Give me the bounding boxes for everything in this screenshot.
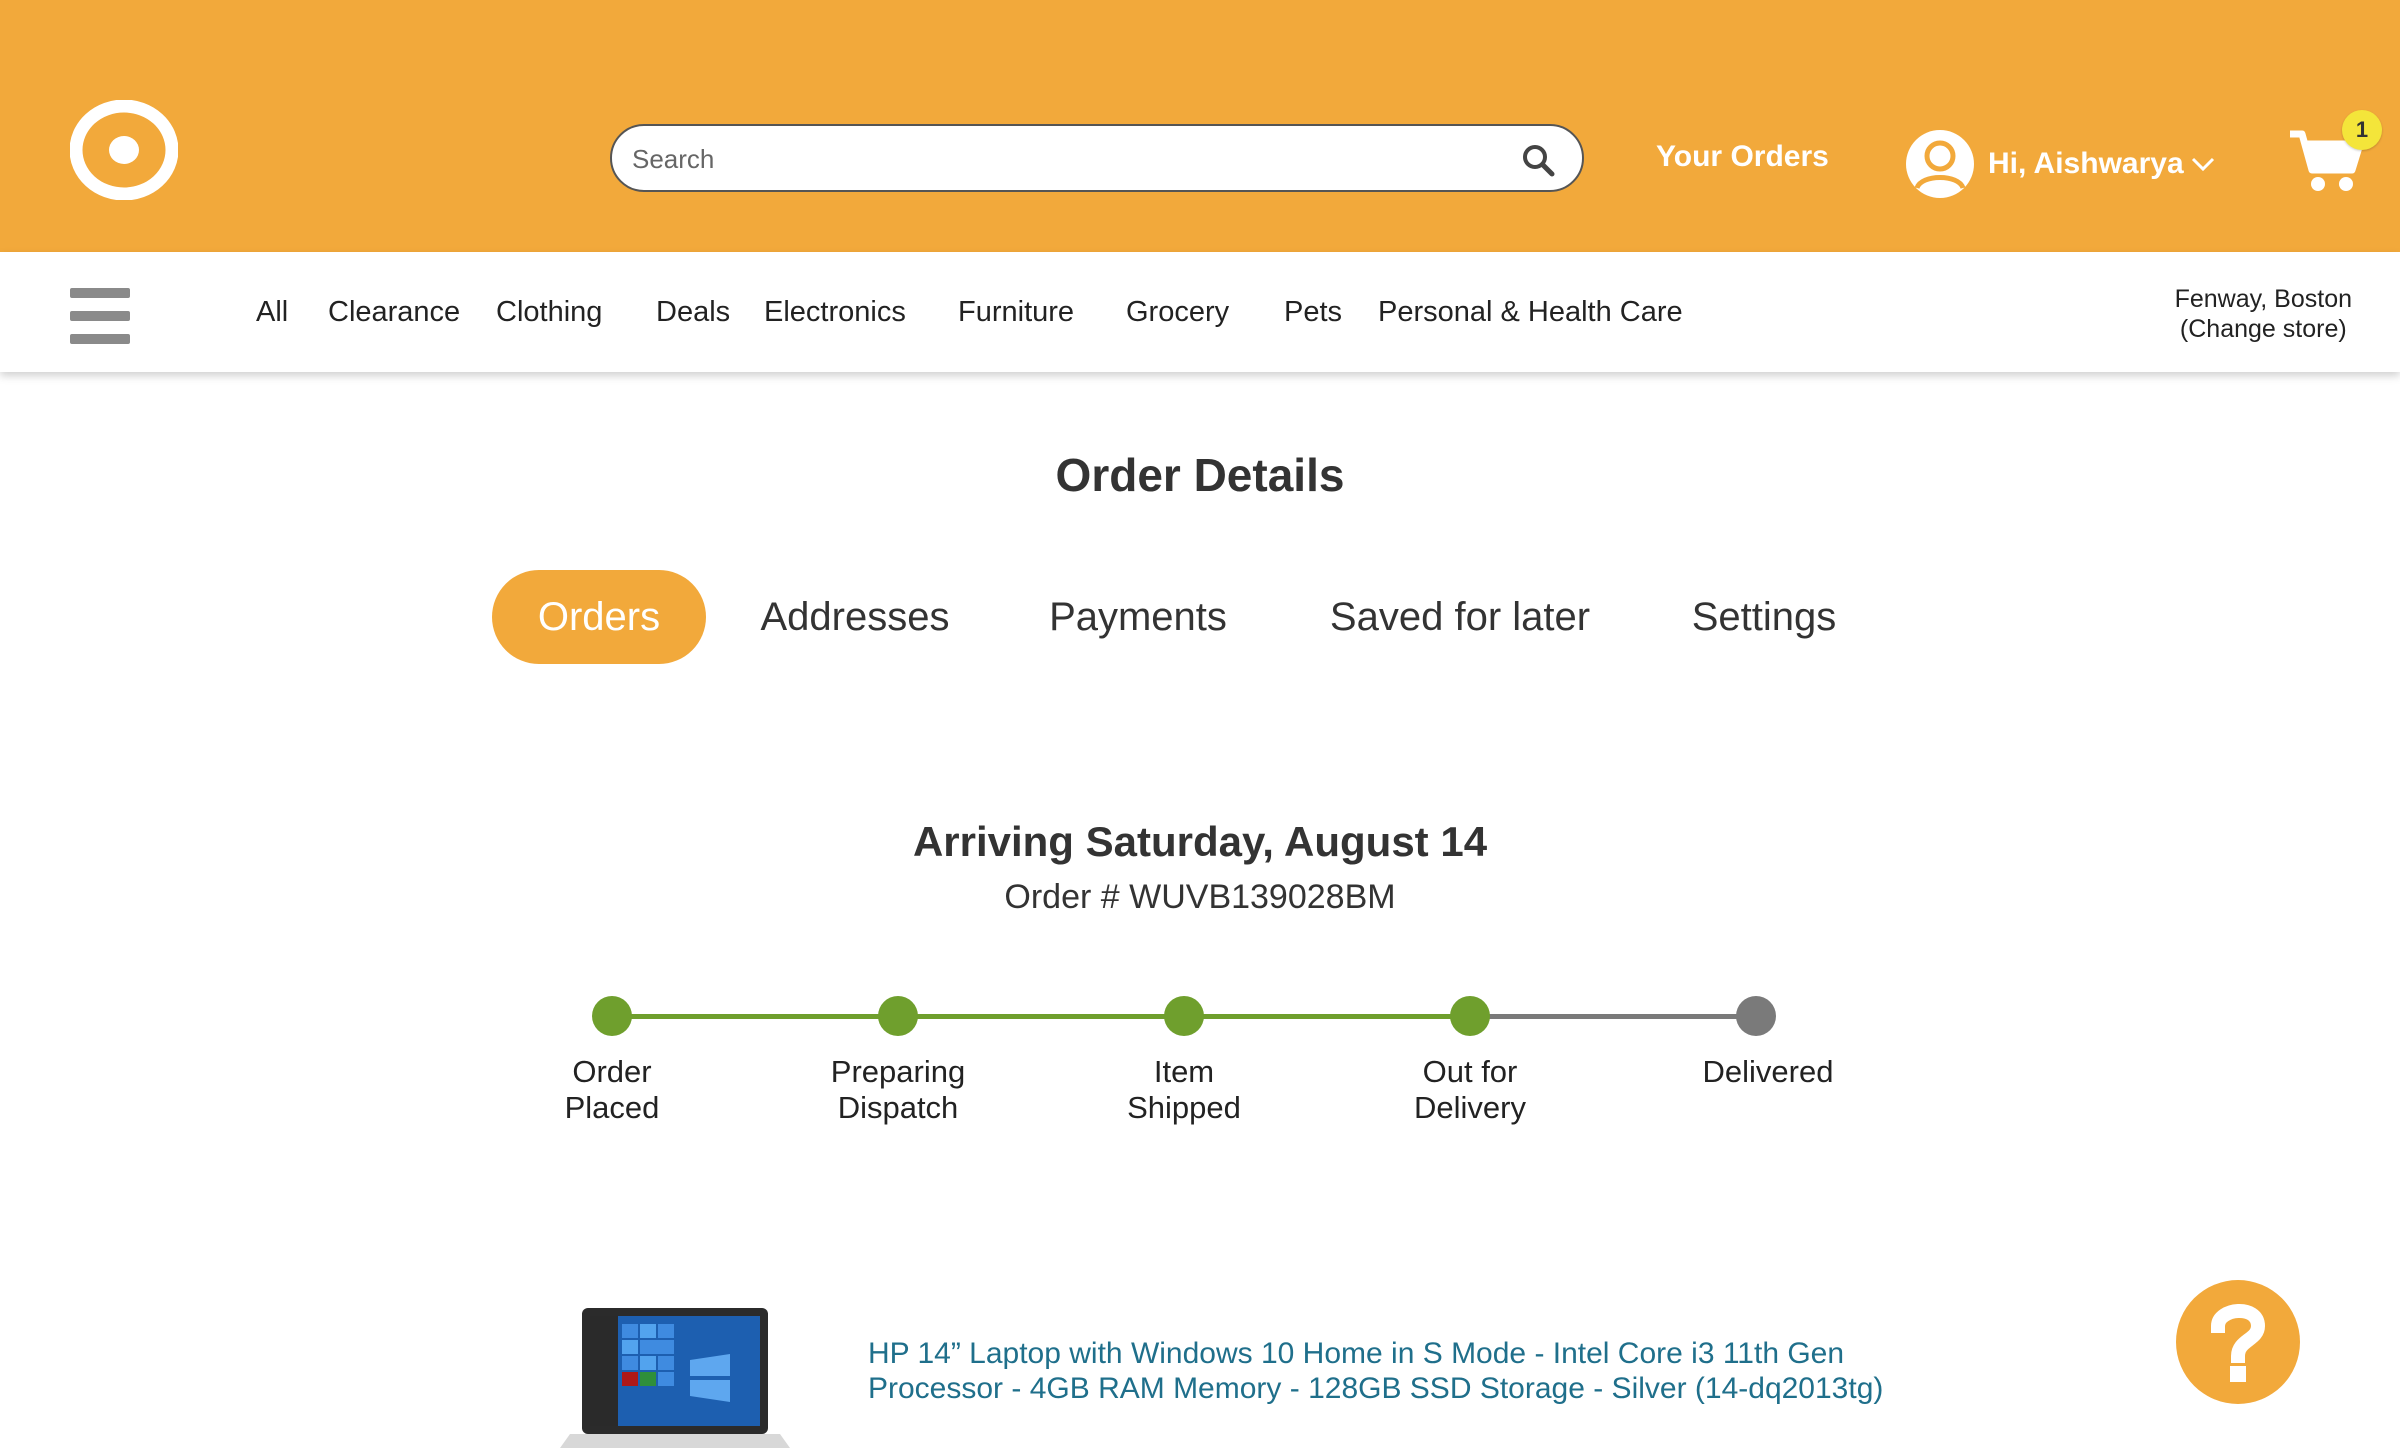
search-bar xyxy=(610,124,1584,192)
question-mark-icon xyxy=(2210,1304,2266,1382)
top-header: Your Orders Hi, Aishwarya 1 xyxy=(0,0,2400,252)
nav-category-deals[interactable]: Deals xyxy=(656,296,730,329)
tab-saved-for-later[interactable]: Saved for later xyxy=(1318,570,1602,664)
nav-category-grocery[interactable]: Grocery xyxy=(1126,296,1229,329)
store-selector: Fenway, Boston (Change store) xyxy=(2175,284,2352,344)
search-icon[interactable] xyxy=(1520,142,1556,178)
search-input[interactable] xyxy=(630,134,1514,184)
tab-settings[interactable]: Settings xyxy=(1680,570,1848,664)
progress-line-pending xyxy=(1470,1014,1756,1019)
user-avatar-icon xyxy=(1906,130,1974,198)
nav-category-clearance[interactable]: Clearance xyxy=(328,296,460,329)
product-title-link[interactable]: HP 14” Laptop with Windows 10 Home in S … xyxy=(868,1336,1928,1406)
your-orders-link[interactable]: Your Orders xyxy=(1656,140,1829,174)
help-button[interactable] xyxy=(2176,1280,2300,1404)
order-progress-tracker: Order Placed Preparing Dispatch Item Shippe… xyxy=(0,990,2400,1150)
page-title: Order Details xyxy=(1055,449,1345,501)
tab-orders[interactable]: Orders xyxy=(492,570,706,664)
arrival-heading: Arriving Saturday, August 14 xyxy=(912,818,1488,865)
account-tabs: Orders Addresses Payments Saved for late… xyxy=(0,570,2400,664)
bullseye-logo-icon[interactable] xyxy=(70,100,178,200)
account-greeting: Hi, Aishwarya xyxy=(1988,147,2184,180)
change-store-link[interactable]: (Change store) xyxy=(2175,314,2352,344)
progress-dot-preparing-dispatch xyxy=(878,996,918,1036)
chevron-down-icon xyxy=(2191,157,2214,172)
nav-category-furniture[interactable]: Furniture xyxy=(958,296,1074,329)
nav-category-electronics[interactable]: Electronics xyxy=(764,296,906,329)
step-label-delivered: Delivered xyxy=(1702,1054,1834,1089)
progress-dot-delivered xyxy=(1736,996,1776,1036)
step-label-preparing-dispatch: Preparing Dispatch xyxy=(830,1054,966,1125)
nav-category-personal-health-care[interactable]: Personal & Health Care xyxy=(1378,296,1683,329)
nav-category-all[interactable]: All xyxy=(256,296,288,329)
tab-addresses[interactable]: Addresses xyxy=(740,570,970,664)
order-number: Order # WUVB139028BM xyxy=(1004,878,1396,916)
hamburger-menu-icon[interactable] xyxy=(70,288,130,344)
category-nav: All Clearance Clothing Deals Electronics… xyxy=(0,252,2400,372)
nav-category-pets[interactable]: Pets xyxy=(1284,296,1342,329)
account-menu[interactable]: Hi, Aishwarya xyxy=(1904,128,2216,200)
nav-category-clothing[interactable]: Clothing xyxy=(496,296,602,329)
progress-dot-out-for-delivery xyxy=(1450,996,1490,1036)
tab-payments[interactable]: Payments xyxy=(1028,570,1248,664)
laptop-image[interactable] xyxy=(560,1300,790,1448)
step-label-out-for-delivery: Out for Delivery xyxy=(1414,1054,1526,1125)
step-label-item-shipped: Item Shipped xyxy=(1127,1054,1241,1125)
progress-dot-item-shipped xyxy=(1164,996,1204,1036)
step-label-order-placed: Order Placed xyxy=(564,1054,660,1125)
cart-count-badge: 1 xyxy=(2342,110,2382,150)
progress-dot-order-placed xyxy=(592,996,632,1036)
store-location: Fenway, Boston xyxy=(2174,285,2352,313)
